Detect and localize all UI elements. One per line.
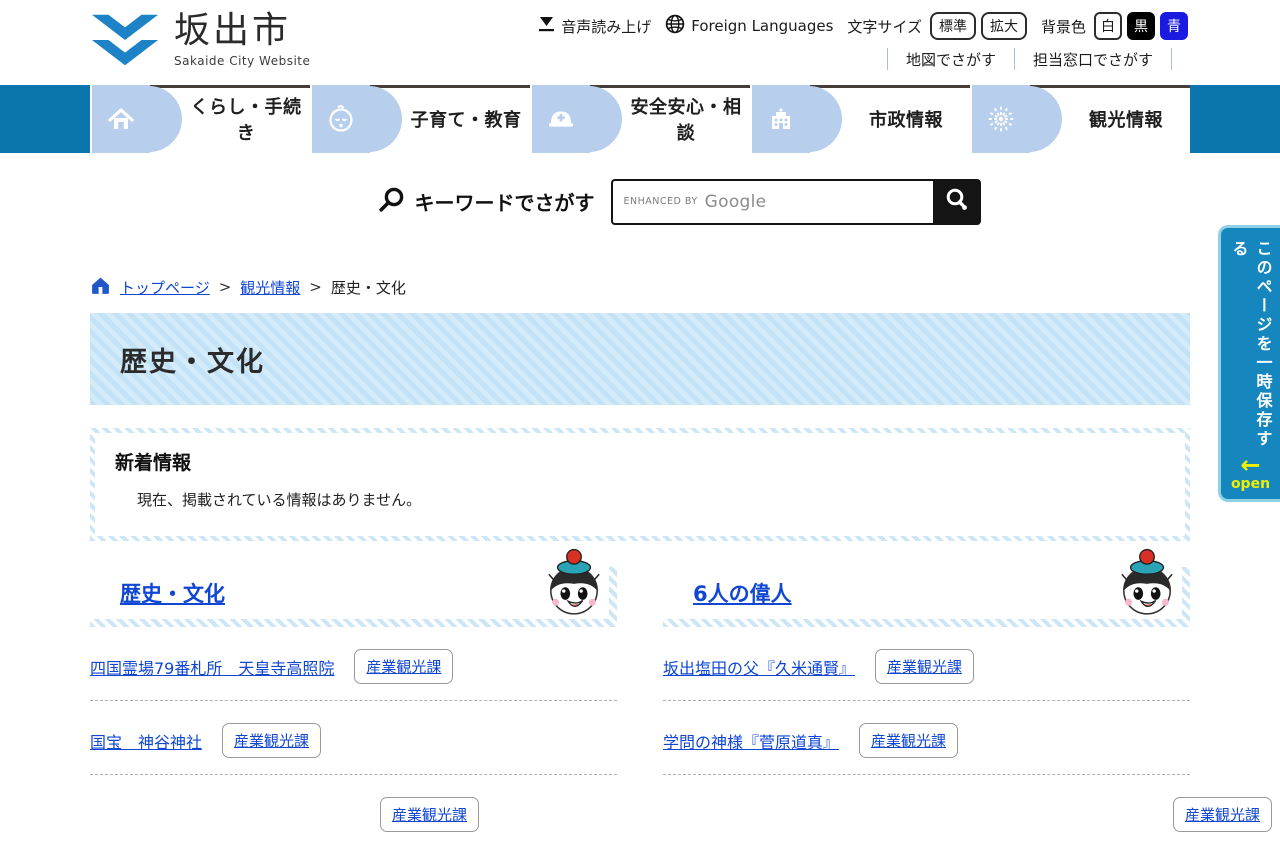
text-size-large-button[interactable]: 拡大 <box>980 12 1027 40</box>
search-input[interactable] <box>610 178 933 225</box>
section-header: 6人の偉人 <box>663 548 1190 627</box>
bg-blue-button[interactable]: 青 <box>1160 12 1188 40</box>
list-item: 学問の神様『菅原道真』 産業観光課 <box>663 701 1190 774</box>
search-icon <box>378 186 405 218</box>
nav-item-anzen[interactable]: 安全安心・相談 <box>530 85 750 153</box>
list-item: 国宝 神谷神社 産業観光課 <box>90 701 617 774</box>
helmet-icon <box>530 85 590 153</box>
search-by-map-link[interactable]: 地図でさがす <box>906 49 996 70</box>
column-history-culture: 歴史・文化 四国霊場79番札所 天皇寺高照院 産業観光課 国宝 神谷神社 産業観… <box>90 548 617 848</box>
search-section-label: キーワードでさがす <box>378 186 595 218</box>
text-size-standard-button[interactable]: 標準 <box>929 12 976 40</box>
mascot-icon <box>1118 547 1176 619</box>
item-link[interactable]: 坂出塩田の父『久米通賢』 <box>663 655 855 679</box>
sakaide-bird-logo-icon <box>90 13 160 73</box>
mascot-icon <box>545 547 603 619</box>
department-badge[interactable]: 産業観光課 <box>859 723 959 758</box>
search-submit-button[interactable] <box>932 178 981 225</box>
header-toolbar: 音声読み上げ Foreign Languages 文字サイズ 標準 拡大 背景色… <box>538 12 1188 40</box>
list-item: 産業観光課 <box>90 775 617 848</box>
section-title-link[interactable]: 歴史・文化 <box>120 578 225 608</box>
item-link[interactable]: 学問の神様『菅原道真』 <box>663 729 839 753</box>
nav-item-kurashi[interactable]: くらし・手続き <box>90 85 310 153</box>
left-arrow-icon: ← <box>1240 450 1261 479</box>
save-page-label: このページを一時保存する <box>1229 240 1273 449</box>
category-columns: 歴史・文化 四国霊場79番札所 天皇寺高照院 産業観光課 国宝 神谷神社 産業観… <box>90 548 1273 848</box>
list-item: 四国霊場79番札所 天皇寺高照院 産業観光課 <box>90 627 617 700</box>
globe-icon <box>665 14 685 38</box>
audio-readout-button[interactable]: 音声読み上げ <box>538 16 651 37</box>
list-item: 産業観光課 <box>663 775 1273 848</box>
breadcrumb-top-link[interactable]: トップページ <box>120 277 210 298</box>
nav-item-kanko[interactable]: 観光情報 <box>970 85 1190 153</box>
site-logo[interactable]: 坂出市 Sakaide City Website <box>90 9 310 73</box>
section-header: 歴史・文化 <box>90 548 617 627</box>
item-link[interactable]: 国宝 神谷神社 <box>90 729 202 753</box>
divider <box>886 48 888 70</box>
site-header: 坂出市 Sakaide City Website 音声読み上げ Foreign … <box>0 0 1280 85</box>
main-navigation: くらし・手続き 子育て・教育 安全安心・相談 市政情報 観光情報 <box>0 85 1280 153</box>
background-color-control: 背景色 白 黒 青 <box>1041 12 1188 40</box>
page-title-banner: 歴史・文化 <box>90 313 1190 405</box>
department-badge[interactable]: 産業観光課 <box>380 797 480 832</box>
department-badge[interactable]: 産業観光課 <box>875 649 975 684</box>
nav-item-shisei[interactable]: 市政情報 <box>750 85 970 153</box>
text-size-control: 文字サイズ 標準 拡大 <box>847 12 1027 40</box>
section-title-link[interactable]: 6人の偉人 <box>693 578 792 608</box>
header-quick-links: 地図でさがす 担当窓口でさがす <box>869 48 1190 70</box>
nav-item-kosodate[interactable]: 子育て・教育 <box>310 85 530 153</box>
background-color-label: 背景色 <box>1040 17 1086 36</box>
bg-black-button[interactable]: 黒 <box>1127 12 1155 40</box>
breadcrumb-home-icon <box>90 275 111 300</box>
bg-white-button[interactable]: 白 <box>1094 12 1122 40</box>
department-badge[interactable]: 産業観光課 <box>1173 797 1273 832</box>
department-badge[interactable]: 産業観光課 <box>354 649 454 684</box>
save-page-side-tab[interactable]: このページを一時保存する ← open <box>1218 225 1280 502</box>
nav-left-cap <box>0 85 90 153</box>
divider <box>1171 48 1172 70</box>
site-subtitle: Sakaide City Website <box>174 54 311 69</box>
news-empty-message: 現在、掲載されている情報はありません。 <box>137 491 422 509</box>
search-by-department-link[interactable]: 担当窓口でさがす <box>1033 49 1153 70</box>
home-icon <box>90 85 150 153</box>
item-link[interactable]: 四国霊場79番札所 天皇寺高照院 <box>90 655 334 679</box>
list-item: 坂出塩田の父『久米通賢』 産業観光課 <box>663 627 1190 700</box>
page-title: 歴史・文化 <box>120 346 265 378</box>
department-badge[interactable]: 産業観光課 <box>222 723 322 758</box>
foreign-languages-button[interactable]: Foreign Languages <box>665 14 833 38</box>
breadcrumb: トップページ > 観光情報 > 歴史・文化 <box>90 276 1280 298</box>
cityhall-icon <box>750 85 810 153</box>
site-title: 坂出市 <box>174 10 292 51</box>
breadcrumb-kanko-link[interactable]: 観光情報 <box>240 277 300 298</box>
column-great-people: 6人の偉人 坂出塩田の父『久米通賢』 産業観光課 学問の神様『菅原道真』 産業観… <box>663 548 1273 848</box>
nav-right-cap <box>1190 85 1280 153</box>
text-size-label: 文字サイズ <box>847 17 922 36</box>
site-search-section: キーワードでさがす ENHANCED BY Google <box>0 153 1280 250</box>
news-title: 新着情報 <box>115 452 192 474</box>
news-box: 新着情報 現在、掲載されている情報はありません。 <box>90 428 1190 541</box>
breadcrumb-current: 歴史・文化 <box>330 278 406 297</box>
search-button-icon <box>944 187 970 217</box>
audio-readout-icon <box>538 16 555 36</box>
open-label: open <box>1230 476 1271 492</box>
divider <box>1013 48 1015 70</box>
baby-icon <box>310 85 370 153</box>
firework-icon <box>970 85 1030 153</box>
